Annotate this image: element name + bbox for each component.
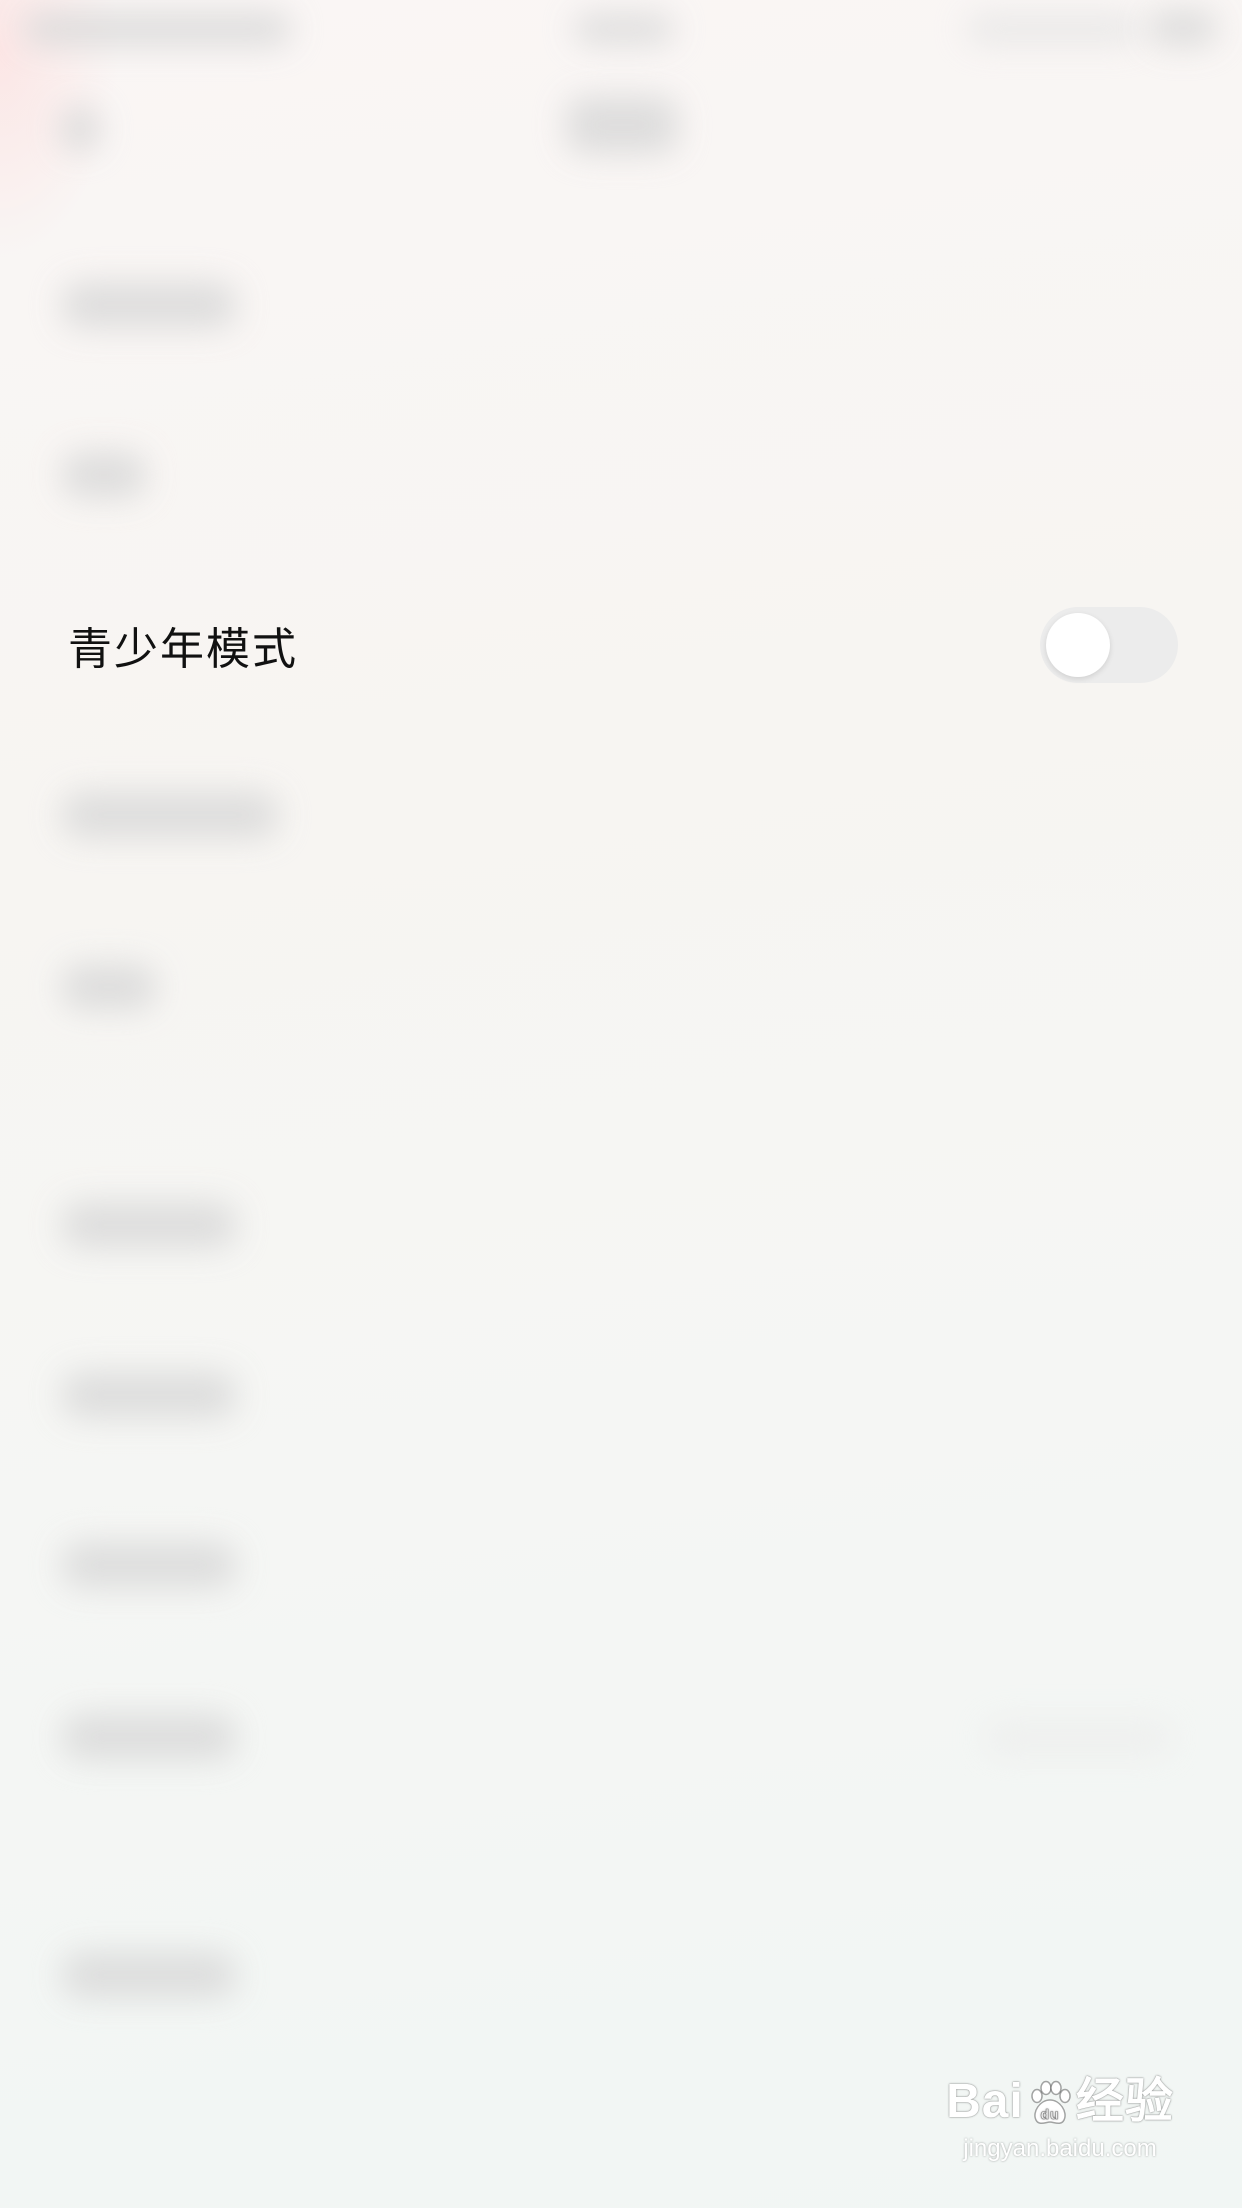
setting-row-10[interactable] (0, 1898, 1242, 2048)
setting-row-7-label (62, 1372, 236, 1418)
setting-row-8-label (62, 1542, 236, 1588)
setting-row-6[interactable] (0, 1148, 1242, 1298)
page-title (566, 96, 678, 154)
setting-row-1-label (62, 282, 236, 328)
setting-row-teen-mode[interactable]: 青少年模式 (0, 570, 1242, 720)
nav-bar (0, 60, 1242, 190)
setting-row-9-value (984, 1720, 1174, 1756)
setting-row-4-label (62, 792, 278, 838)
setting-row-6-label (62, 1202, 236, 1248)
back-icon[interactable] (60, 106, 100, 152)
baidu-jingyan-watermark: Bai du 经验 jingyan.baidu.com (940, 2072, 1180, 2182)
setting-row-5[interactable] (0, 910, 1242, 1060)
svg-text:du: du (1040, 2106, 1059, 2122)
paw-icon: du (1031, 2081, 1071, 2125)
setting-row-5-label (62, 964, 156, 1010)
status-indicators (966, 14, 1142, 44)
status-carrier (24, 12, 292, 46)
watermark-brand-right: 经验 (1075, 2075, 1174, 2128)
watermark-url: jingyan.baidu.com (963, 2135, 1157, 2162)
setting-row-7[interactable] (0, 1318, 1242, 1468)
teen-mode-label: 青少年模式 (68, 624, 298, 675)
setting-row-9[interactable] (0, 1660, 1242, 1810)
setting-row-2[interactable] (0, 398, 1242, 548)
setting-row-1[interactable] (0, 228, 1242, 378)
status-bar (0, 0, 1242, 60)
status-time (574, 14, 674, 44)
toggle-knob (1046, 613, 1110, 677)
setting-row-2-label (62, 452, 146, 498)
teen-mode-toggle[interactable] (1040, 607, 1178, 683)
setting-row-9-label (62, 1714, 236, 1760)
setting-row-10-label (62, 1952, 236, 1998)
watermark-logo: Bai du 经验 (940, 2072, 1180, 2132)
watermark-brand-left: Bai (946, 2075, 1024, 2128)
setting-row-4[interactable] (0, 738, 1242, 888)
battery-icon (1148, 10, 1218, 46)
setting-row-8[interactable] (0, 1488, 1242, 1638)
